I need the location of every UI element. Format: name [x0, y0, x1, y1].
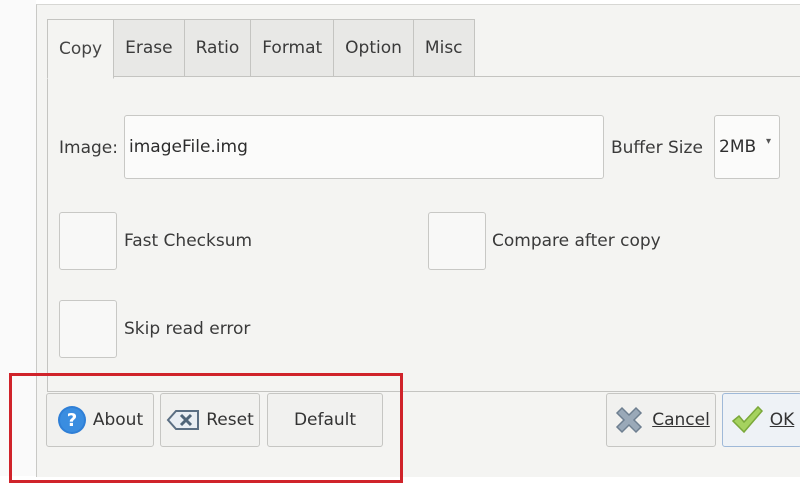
- backspace-x-icon: [166, 409, 200, 431]
- buffer-size-value: 2MB: [719, 137, 757, 157]
- about-button[interactable]: ? About: [46, 393, 154, 447]
- reset-button[interactable]: Reset: [160, 393, 260, 447]
- help-icon: ?: [57, 405, 87, 435]
- image-file-value: imageFile.img: [129, 137, 248, 157]
- copy-tab-page: Image: imageFile.img Buffer Size 2MB ▾ F…: [47, 76, 800, 392]
- buffer-size-select[interactable]: 2MB ▾: [714, 115, 780, 179]
- image-file-input[interactable]: imageFile.img: [124, 115, 604, 179]
- svg-text:?: ?: [67, 410, 77, 431]
- checkmark-icon: [730, 403, 764, 437]
- ok-button[interactable]: OK: [722, 393, 800, 447]
- about-button-label: About: [92, 410, 144, 430]
- tab-format[interactable]: Format: [250, 19, 335, 76]
- background-edge: [0, 0, 36, 476]
- default-button-label: Default: [293, 410, 357, 430]
- compare-after-copy-label: Compare after copy: [492, 231, 661, 251]
- tab-option[interactable]: Option: [333, 19, 414, 76]
- tab-erase[interactable]: Erase: [113, 19, 185, 76]
- ok-button-label: OK: [769, 410, 795, 430]
- tab-misc[interactable]: Misc: [412, 19, 475, 76]
- fast-checksum-label: Fast Checksum: [124, 231, 253, 251]
- skip-read-error-label: Skip read error: [124, 319, 251, 339]
- cancel-button[interactable]: Cancel: [606, 393, 716, 447]
- image-label: Image:: [59, 138, 118, 158]
- tab-bar: Copy Erase Ratio Format Option Misc: [47, 19, 475, 79]
- x-icon: [612, 403, 646, 437]
- cancel-button-label: Cancel: [652, 410, 710, 430]
- tab-ratio[interactable]: Ratio: [183, 19, 252, 76]
- tab-copy[interactable]: Copy: [47, 19, 115, 79]
- buffer-size-label: Buffer Size: [611, 138, 703, 158]
- chevron-down-icon: ▾: [765, 136, 771, 147]
- default-button[interactable]: Default: [267, 393, 383, 447]
- fast-checksum-checkbox[interactable]: [59, 212, 117, 270]
- skip-read-error-checkbox[interactable]: [59, 300, 117, 358]
- compare-after-copy-checkbox[interactable]: [428, 212, 486, 270]
- reset-button-label: Reset: [206, 410, 254, 430]
